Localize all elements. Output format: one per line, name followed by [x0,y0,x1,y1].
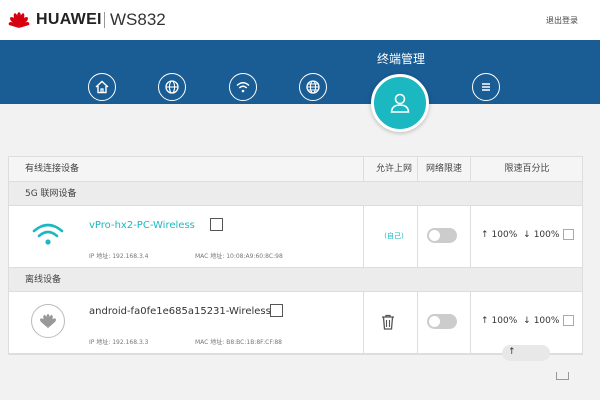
edit-name-icon[interactable] [210,218,223,231]
menu-icon [482,83,490,91]
arrow-up-icon: ↑ [481,316,489,326]
column-header-internet-access: 允许上网 [375,164,412,174]
column-divider [417,157,418,182]
upload-percent: 100% [491,316,518,326]
nav-wifi-button[interactable] [229,73,257,101]
column-divider [363,206,364,268]
wireless-device-icon [32,223,64,245]
column-divider [470,206,471,268]
nav-internet-button[interactable] [158,73,186,101]
column-header-speed-limit: 网络限速 [425,164,462,174]
globe-icon [165,80,179,94]
section-5g-devices: 5G 联网设备 [9,182,582,206]
device-mac: MAC 地址: B8:BC:1B:8F:CF:88 [195,339,282,346]
user-icon [390,93,410,113]
nav-more-button[interactable] [472,73,500,101]
column-divider [470,157,471,182]
scroll-top-button[interactable]: ↑ [502,345,550,361]
edit-speed-icon[interactable] [563,229,574,240]
wifi-icon [236,82,250,93]
huawei-logo-icon [8,12,30,28]
brand-divider [104,12,105,28]
table-row: android-fa0fe1e685a15231-Wireless IP 地址:… [9,292,582,354]
nav-home-button[interactable] [88,73,116,101]
internet-access-status: (自己) [384,232,404,240]
speed-percent: ↑ 100% ↓ 100% [481,230,562,240]
active-nav-title: 终端管理 [376,52,425,66]
column-header-speed-percent: 限速百分比 [504,164,550,174]
arrow-down-icon: ↓ [523,230,531,240]
speed-limit-toggle[interactable] [427,314,457,329]
device-ip: IP 地址: 192.168.3.4 [89,253,149,260]
edit-name-icon[interactable] [270,304,283,317]
table-header: 有线连接设备 允许上网 网络限速 限速百分比 [9,157,582,182]
speed-limit-toggle[interactable] [427,228,457,243]
brand-name: HUAWEI [36,11,102,28]
nav-device-management-button[interactable] [371,74,429,132]
nav-advanced-button[interactable] [299,73,327,101]
column-divider [363,292,364,354]
edit-speed-icon[interactable] [563,315,574,326]
arrow-up-icon: ↑ [481,230,489,240]
download-percent: 100% [533,316,560,326]
device-ip: IP 地址: 192.168.3.3 [89,339,149,346]
speed-percent: ↑ 100% ↓ 100% [481,316,562,326]
device-model: WS832 [110,10,166,29]
top-bar: HUAWEI WS832 退出登录 [0,0,600,40]
resize-handle-icon [556,372,569,380]
device-table: 有线连接设备 允许上网 网络限速 限速百分比 5G 联网设备 vPro-hx2-… [8,156,583,355]
upload-percent: 100% [491,230,518,240]
column-header-wired: 有线连接设备 [25,164,80,174]
offline-device-avatar [31,304,65,338]
section-offline-devices: 离线设备 [9,268,582,292]
column-divider [470,292,471,354]
globe-settings-icon [306,80,320,94]
home-icon [95,80,109,94]
column-divider [417,292,418,354]
huawei-logo-icon [40,313,56,329]
trash-icon[interactable] [381,314,395,330]
column-divider [363,157,364,182]
table-row: vPro-hx2-PC-Wireless IP 地址: 192.168.3.4 … [9,206,582,268]
device-name: vPro-hx2-PC-Wireless [89,220,195,231]
arrow-down-icon: ↓ [523,316,531,326]
logout-link[interactable]: 退出登录 [546,15,578,26]
download-percent: 100% [533,230,560,240]
device-mac: MAC 地址: 10:08:A9:60:8C:98 [195,253,283,260]
arrow-up-icon: ↑ [508,347,516,357]
device-name: android-fa0fe1e685a15231-Wireless [89,306,271,317]
